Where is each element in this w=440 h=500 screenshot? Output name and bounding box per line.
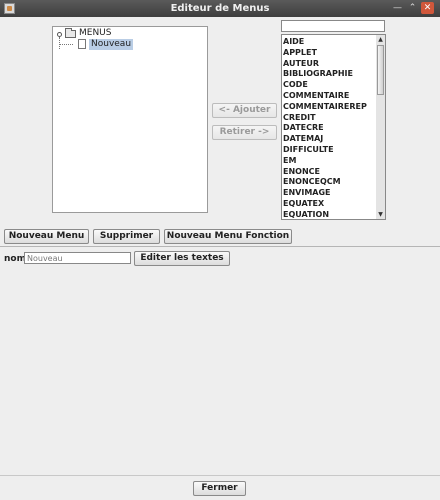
new-menu-function-button[interactable]: Nouveau Menu Fonction (164, 229, 292, 244)
remove-button[interactable]: Retirer -> (212, 125, 277, 140)
menu-tree[interactable]: MENUS Nouveau (52, 26, 208, 213)
tag-list-item[interactable]: BIBLIOGRAPHIE (283, 69, 353, 79)
tree-root-label[interactable]: MENUS (79, 28, 111, 38)
file-icon (78, 39, 86, 49)
name-label: nom (4, 254, 26, 264)
scroll-up-icon[interactable]: ▲ (376, 35, 385, 44)
folder-icon (65, 28, 76, 38)
tag-list-item[interactable]: COMMENTAIREREP (283, 102, 367, 112)
close-button[interactable]: Fermer (193, 481, 246, 496)
tree-connector (59, 44, 73, 46)
tag-list-item[interactable]: DIFFICULTE (283, 145, 334, 155)
tag-list-item[interactable]: AIDE (283, 37, 304, 47)
edit-texts-button[interactable]: Editer les textes (134, 251, 230, 266)
tag-list-item[interactable]: EQUATEX (283, 199, 324, 209)
add-button[interactable]: <- Ajouter (212, 103, 277, 118)
new-menu-button[interactable]: Nouveau Menu (4, 229, 89, 244)
scroll-thumb[interactable] (377, 45, 384, 95)
tag-list-item[interactable]: DATECRE (283, 123, 324, 133)
tag-list-item[interactable]: EM (283, 156, 296, 166)
tag-list-item[interactable]: ENONCEQCM (283, 177, 341, 187)
tag-list-scrollbar[interactable]: ▲ ▼ (376, 34, 386, 220)
scroll-down-icon[interactable]: ▼ (376, 210, 385, 219)
tag-search-input[interactable] (281, 20, 385, 32)
tree-connector (59, 37, 61, 49)
tag-list-item[interactable]: COMMENTAIRE (283, 91, 349, 101)
close-icon[interactable]: ✕ (421, 2, 434, 14)
tag-list-item[interactable]: ENVIMAGE (283, 188, 331, 198)
tag-list-item[interactable]: EQUATION (283, 210, 329, 219)
maximize-icon[interactable]: ⌃ (406, 2, 419, 14)
footer-divider (0, 475, 440, 476)
tag-list-item[interactable]: AUTEUR (283, 59, 319, 69)
minimize-icon[interactable]: — (391, 2, 404, 14)
delete-button[interactable]: Supprimer (93, 229, 160, 244)
tag-list-item[interactable]: ENONCE (283, 167, 320, 177)
window-title: Editeur de Menus (170, 3, 270, 14)
tag-list-item[interactable]: CREDIT (283, 113, 316, 123)
menu-editor-panel (0, 247, 440, 475)
tag-list-item[interactable]: DATEMAJ (283, 134, 323, 144)
tag-list-item[interactable]: CODE (283, 80, 308, 90)
name-input[interactable] (24, 252, 131, 264)
tag-list-item[interactable]: APPLET (283, 48, 317, 58)
tree-node-nouveau[interactable]: Nouveau (89, 39, 134, 50)
tag-list[interactable]: AIDE APPLET AUTEUR BIBLIOGRAPHIE CODE COMMENT… (281, 34, 377, 220)
title-bar: Editeur de Menus — ⌃ ✕ (0, 0, 440, 17)
